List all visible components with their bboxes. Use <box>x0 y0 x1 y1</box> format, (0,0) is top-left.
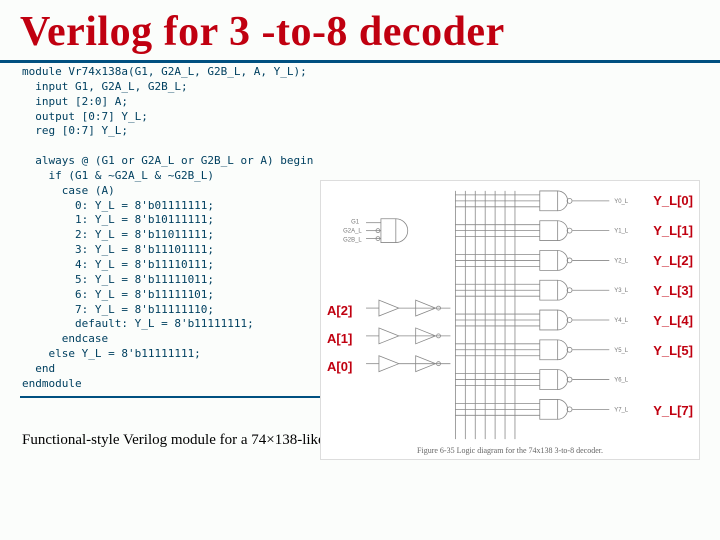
annot-a0: A[0] <box>327 359 352 374</box>
gate-out-6: Y6_L <box>614 378 629 384</box>
enable-g2b: G2B_L <box>343 238 362 244</box>
annot-a2: A[2] <box>327 303 352 318</box>
gate-out-0: Y0_L <box>614 199 629 205</box>
decoder-schematic-svg: Y0_L Y1_L Y2_L Y3_L Y4_L Y5_L Y6_L Y7_L … <box>321 181 699 459</box>
gate-out-4: Y4_L <box>614 318 629 324</box>
annot-y0: Y_L[0] <box>653 193 693 208</box>
figure-caption: Figure 6-35 Logic diagram for the 74x138… <box>321 446 699 455</box>
page-title: Verilog for 3 -to-8 decoder <box>0 0 720 63</box>
logic-diagram: Y0_L Y1_L Y2_L Y3_L Y4_L Y5_L Y6_L Y7_L … <box>320 180 700 460</box>
annot-y5: Y_L[5] <box>653 343 693 358</box>
enable-g2a: G2A_L <box>343 229 362 235</box>
gate-out-7: Y7_L <box>614 407 629 413</box>
enable-g1: G1 <box>351 220 360 226</box>
annot-y2: Y_L[2] <box>653 253 693 268</box>
gate-out-3: Y3_L <box>614 288 629 294</box>
gate-out-2: Y2_L <box>614 258 629 264</box>
annot-y3: Y_L[3] <box>653 283 693 298</box>
annot-y1: Y_L[1] <box>653 223 693 238</box>
gate-out-5: Y5_L <box>614 348 629 354</box>
gate-out-1: Y1_L <box>614 229 629 235</box>
annot-a1: A[1] <box>327 331 352 346</box>
annot-y4: Y_L[4] <box>653 313 693 328</box>
annot-y7: Y_L[7] <box>653 403 693 418</box>
